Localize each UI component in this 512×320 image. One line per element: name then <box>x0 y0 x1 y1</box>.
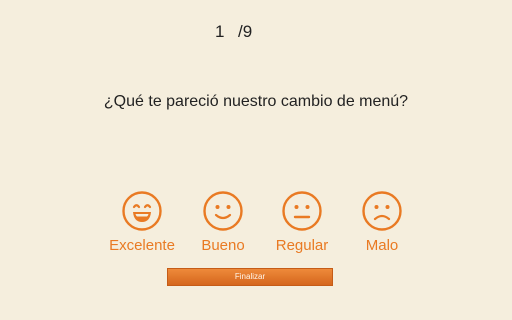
finish-button[interactable]: Finalizar <box>167 268 333 286</box>
option-label: Bueno <box>201 237 245 254</box>
option-label: Malo <box>365 237 399 254</box>
rating-options: Excelente Bueno Regular Malo <box>0 190 512 260</box>
question-text: ¿Qué te pareció nuestro cambio de menú? <box>103 93 409 110</box>
total-questions: /9 <box>238 22 253 41</box>
laughing-face-icon <box>122 191 162 231</box>
option-label: Excelente <box>109 237 175 254</box>
option-malo[interactable]: Malo <box>337 190 427 260</box>
sad-face-icon <box>362 191 402 231</box>
option-excelente[interactable]: Excelente <box>97 190 187 260</box>
neutral-face-icon <box>282 191 322 231</box>
option-regular[interactable]: Regular <box>257 190 347 260</box>
smiling-face-icon <box>203 191 243 231</box>
option-label: Regular <box>275 237 329 254</box>
current-question-number: 1 <box>215 22 225 41</box>
option-bueno[interactable]: Bueno <box>178 190 268 260</box>
